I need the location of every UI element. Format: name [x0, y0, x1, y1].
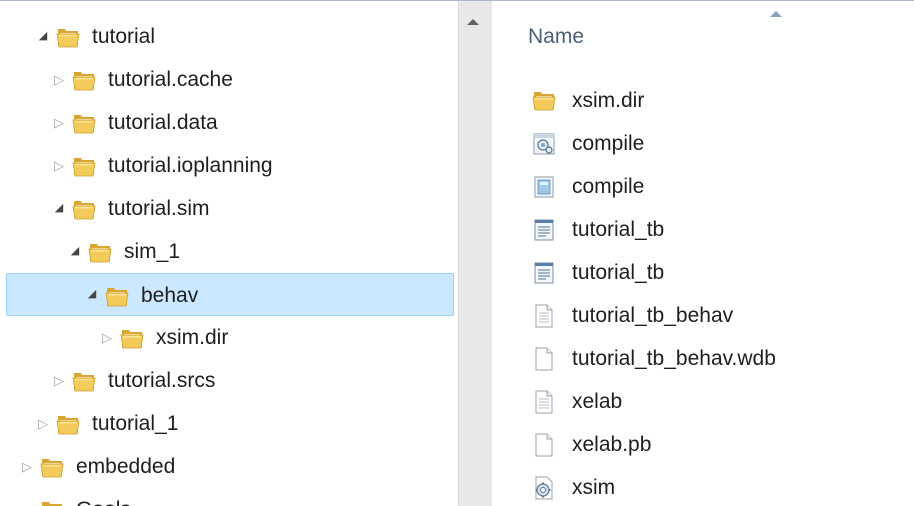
tree-item-label: tutorial.sim [108, 197, 210, 220]
tree-item-label: tutorial.ioplanning [108, 154, 273, 177]
tree-item-label: tutorial.data [108, 111, 218, 134]
tree-item-gools[interactable]: ▷ Gools [6, 488, 454, 506]
file-row[interactable]: tutorial_tb [492, 208, 914, 251]
settings-file-icon [532, 476, 556, 500]
navigation-scrollbar[interactable] [458, 1, 492, 506]
folder-icon [72, 69, 96, 91]
text-file-icon [532, 304, 556, 328]
expanded-arrow-icon[interactable]: ◢ [68, 230, 82, 273]
tree-item-label: behav [141, 284, 199, 307]
file-list[interactable]: Name xsim.dir compile compile tutorial_tb tu… [492, 1, 914, 506]
tree-item-xsim-dir[interactable]: ▷ xsim.dir [6, 316, 454, 359]
file-row[interactable]: compile [492, 122, 914, 165]
collapsed-arrow-icon[interactable]: ▷ [52, 144, 66, 187]
file-row[interactable]: xsim [492, 466, 914, 506]
tree-item-label: tutorial [92, 25, 156, 48]
sort-ascending-icon [770, 11, 782, 17]
file-name: tutorial_tb_behav.wdb [572, 347, 776, 370]
tree-item-tutorial-ioplanning[interactable]: ▷ tutorial.ioplanning [6, 144, 454, 187]
file-row[interactable]: xelab.pb [492, 423, 914, 466]
tree-item-behav[interactable]: ◢ behav [6, 273, 454, 316]
tree-item-tutorial-data[interactable]: ▷ tutorial.data [6, 101, 454, 144]
collapsed-arrow-icon[interactable]: ▷ [52, 101, 66, 144]
collapsed-arrow-icon[interactable]: ▷ [20, 488, 34, 506]
text-file-icon [532, 390, 556, 414]
batch-file-icon [532, 132, 556, 156]
file-row[interactable]: xsim.dir [492, 79, 914, 122]
folder-icon [88, 241, 112, 263]
tree-item-embedded[interactable]: ▷ embedded [6, 445, 454, 488]
tree-item-label: tutorial.srcs [108, 369, 216, 392]
expanded-arrow-icon[interactable]: ◢ [36, 15, 50, 58]
script-file-icon [532, 175, 556, 199]
file-row[interactable]: xelab [492, 380, 914, 423]
expanded-arrow-icon[interactable]: ◢ [85, 273, 99, 316]
tree-item-label: Gools [76, 488, 131, 506]
tree-item-sim-1[interactable]: ◢ sim_1 [6, 230, 454, 273]
folder-icon [56, 413, 80, 435]
folder-icon [72, 155, 96, 177]
collapsed-arrow-icon[interactable]: ▷ [36, 402, 50, 445]
file-row[interactable]: tutorial_tb_behav.wdb [492, 337, 914, 380]
tree-item-tutorial-srcs[interactable]: ▷ tutorial.srcs [6, 359, 454, 402]
collapsed-arrow-icon[interactable]: ▷ [20, 445, 34, 488]
folder-icon [120, 327, 144, 349]
log-file-icon [532, 261, 556, 285]
tree-item-label: tutorial.cache [108, 68, 233, 91]
tree-item-label: embedded [76, 455, 176, 478]
collapsed-arrow-icon[interactable]: ▷ [100, 316, 114, 359]
column-header-name[interactable]: Name [528, 19, 584, 55]
file-name: tutorial_tb [572, 218, 665, 241]
scroll-up-arrow-icon[interactable] [467, 19, 479, 25]
tree-item-tutorial-1[interactable]: ▷ tutorial_1 [6, 402, 454, 445]
folder-icon [105, 285, 129, 307]
tree-item-label: xsim.dir [156, 326, 229, 349]
folder-icon [40, 456, 64, 478]
tree-item-tutorial-sim[interactable]: ◢ tutorial.sim [6, 187, 454, 230]
folder-icon [532, 89, 556, 113]
file-name: xsim.dir [572, 89, 645, 112]
file-name: tutorial_tb_behav [572, 304, 734, 327]
folder-icon [72, 370, 96, 392]
folder-icon [40, 499, 64, 506]
collapsed-arrow-icon[interactable]: ▷ [52, 359, 66, 402]
tree-item-tutorial[interactable]: ◢ tutorial [6, 15, 454, 58]
file-row[interactable]: compile [492, 165, 914, 208]
tree-item-label: tutorial_1 [92, 412, 179, 435]
log-file-icon [532, 218, 556, 242]
file-row[interactable]: tutorial_tb_behav [492, 294, 914, 337]
blank-file-icon [532, 433, 556, 457]
folder-icon [56, 26, 80, 48]
file-name: compile [572, 175, 645, 198]
file-name: xelab.pb [572, 433, 652, 456]
folder-icon [72, 198, 96, 220]
expanded-arrow-icon[interactable]: ◢ [52, 187, 66, 230]
file-name: tutorial_tb [572, 261, 665, 284]
collapsed-arrow-icon[interactable]: ▷ [52, 58, 66, 101]
blank-file-icon [532, 347, 556, 371]
file-name: compile [572, 132, 645, 155]
file-name: xsim [572, 476, 616, 499]
folder-icon [72, 112, 96, 134]
tree-item-label: sim_1 [124, 240, 181, 263]
navigation-pane[interactable]: ◢ tutorial ▷ tutorial.cache ▷ tutorial.data ▷ t… [0, 1, 458, 506]
tree-item-tutorial-cache[interactable]: ▷ tutorial.cache [6, 58, 454, 101]
file-row[interactable]: tutorial_tb [492, 251, 914, 294]
file-name: xelab [572, 390, 623, 413]
